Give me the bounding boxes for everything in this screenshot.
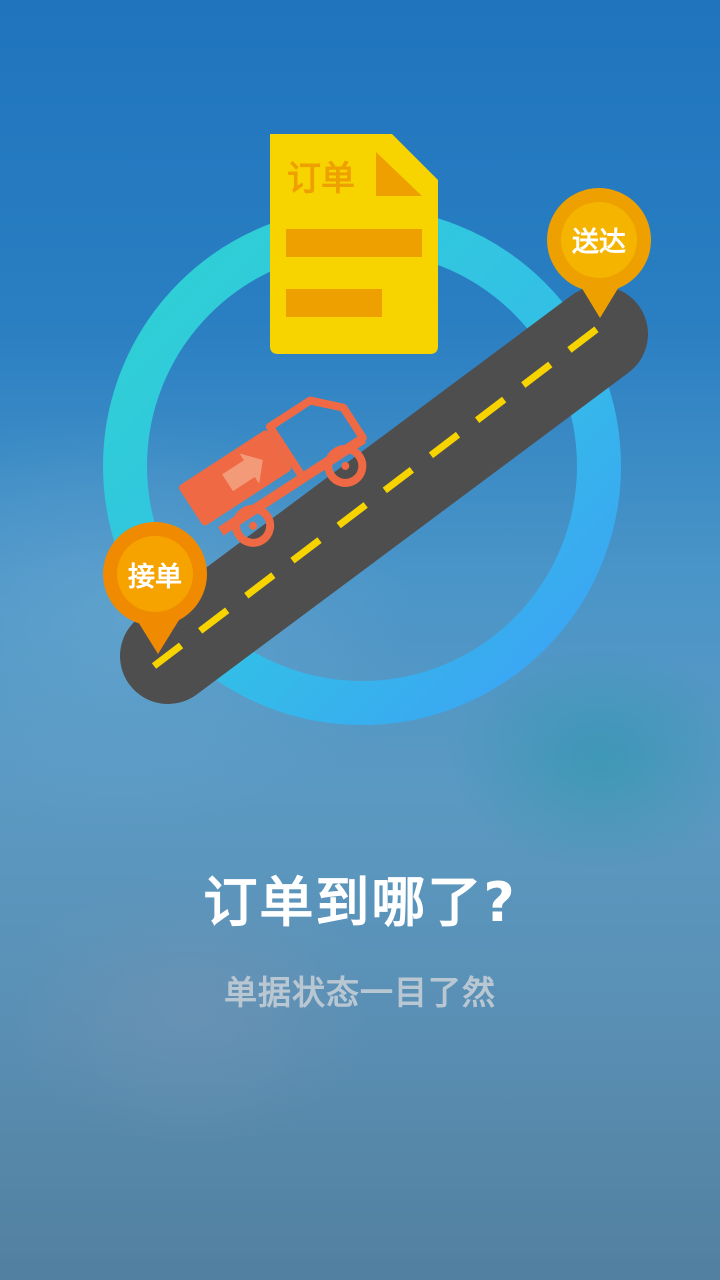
order-document-icon: 订单 (270, 134, 438, 354)
order-tracking-illustration: 订单 接单 送达 (103, 134, 651, 725)
pin-start-label: 接单 (128, 562, 182, 593)
onboarding-title: 订单到哪了? (203, 871, 517, 934)
pin-end-marker: 送达 (547, 188, 651, 318)
onboarding-subtitle: 单据状态一目了然 (224, 973, 496, 1012)
document-label: 订单 (287, 159, 355, 199)
pin-end-label: 送达 (572, 227, 626, 258)
